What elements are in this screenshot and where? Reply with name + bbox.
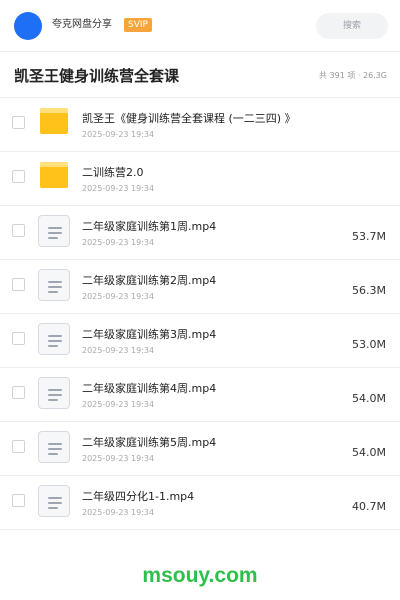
select-checkbox[interactable] — [12, 440, 25, 453]
select-checkbox[interactable] — [12, 116, 25, 129]
video-file-icon — [38, 323, 70, 355]
file-date: 2025-09-23 19:34 — [82, 238, 155, 247]
avatar[interactable] — [14, 12, 42, 40]
file-date: 2025-09-23 19:34 — [82, 130, 155, 139]
select-checkbox[interactable] — [12, 170, 25, 183]
list-item[interactable]: 二年级家庭训练第4周.mp4 2025-09-23 19:34 54.0M — [0, 368, 400, 422]
select-checkbox[interactable] — [12, 494, 25, 507]
file-name: 二年级家庭训练第3周.mp4 — [82, 328, 217, 341]
share-user-name: 夸克网盘分享 — [52, 19, 112, 30]
video-file-icon — [38, 269, 70, 301]
file-size: 53.7M — [352, 230, 386, 243]
file-name: 二年级家庭训练第5周.mp4 — [82, 436, 217, 449]
file-name: 二年级家庭训练第4周.mp4 — [82, 382, 217, 395]
file-date: 2025-09-23 19:34 — [82, 292, 155, 301]
app-header: 夸克网盘分享 SVIP 搜索 — [0, 0, 400, 52]
file-list: 凯圣王《健身训练营全套课程 (一二三四) 》 2025-09-23 19:34 … — [0, 98, 400, 530]
list-item[interactable]: 二年级家庭训练第3周.mp4 2025-09-23 19:34 53.0M — [0, 314, 400, 368]
file-name: 二年级四分化1-1.mp4 — [82, 490, 195, 503]
file-date: 2025-09-23 19:34 — [82, 508, 155, 517]
search-input[interactable]: 搜索 — [316, 13, 388, 39]
list-item[interactable]: 凯圣王《健身训练营全套课程 (一二三四) 》 2025-09-23 19:34 — [0, 98, 400, 152]
select-checkbox[interactable] — [12, 386, 25, 399]
folder-icon — [40, 108, 68, 134]
file-date: 2025-09-23 19:34 — [82, 346, 155, 355]
file-size: 56.3M — [352, 284, 386, 297]
file-date: 2025-09-23 19:34 — [82, 454, 155, 463]
list-item[interactable]: 二年级家庭训练第5周.mp4 2025-09-23 19:34 54.0M — [0, 422, 400, 476]
select-checkbox[interactable] — [12, 332, 25, 345]
svip-badge: SVIP — [124, 18, 152, 32]
video-file-icon — [38, 431, 70, 463]
list-item[interactable]: 二年级四分化1-1.mp4 2025-09-23 19:34 40.7M — [0, 476, 400, 530]
file-name: 二年级家庭训练第1周.mp4 — [82, 220, 217, 233]
file-name: 凯圣王《健身训练营全套课程 (一二三四) 》 — [82, 112, 296, 125]
file-size: 53.0M — [352, 338, 386, 351]
file-size: 54.0M — [352, 392, 386, 405]
folder-title-bar: 凯圣王健身训练营全套课 共 391 项 · 26.3G — [0, 52, 400, 98]
video-file-icon — [38, 215, 70, 247]
list-item[interactable]: 二年级家庭训练第2周.mp4 2025-09-23 19:34 56.3M — [0, 260, 400, 314]
video-file-icon — [38, 377, 70, 409]
file-size: 40.7M — [352, 500, 386, 513]
file-name: 二训练营2.0 — [82, 166, 144, 179]
select-checkbox[interactable] — [12, 278, 25, 291]
file-date: 2025-09-23 19:34 — [82, 184, 155, 193]
list-item[interactable]: 二年级家庭训练第1周.mp4 2025-09-23 19:34 53.7M — [0, 206, 400, 260]
video-file-icon — [38, 485, 70, 517]
file-name: 二年级家庭训练第2周.mp4 — [82, 274, 217, 287]
site-watermark: msouy.com — [142, 564, 258, 587]
file-date: 2025-09-23 19:34 — [82, 400, 155, 409]
folder-summary: 共 391 项 · 26.3G — [319, 71, 387, 80]
folder-icon — [40, 162, 68, 188]
page-title: 凯圣王健身训练营全套课 — [14, 67, 180, 85]
select-checkbox[interactable] — [12, 224, 25, 237]
list-item[interactable]: 二训练营2.0 2025-09-23 19:34 — [0, 152, 400, 206]
file-size: 54.0M — [352, 446, 386, 459]
